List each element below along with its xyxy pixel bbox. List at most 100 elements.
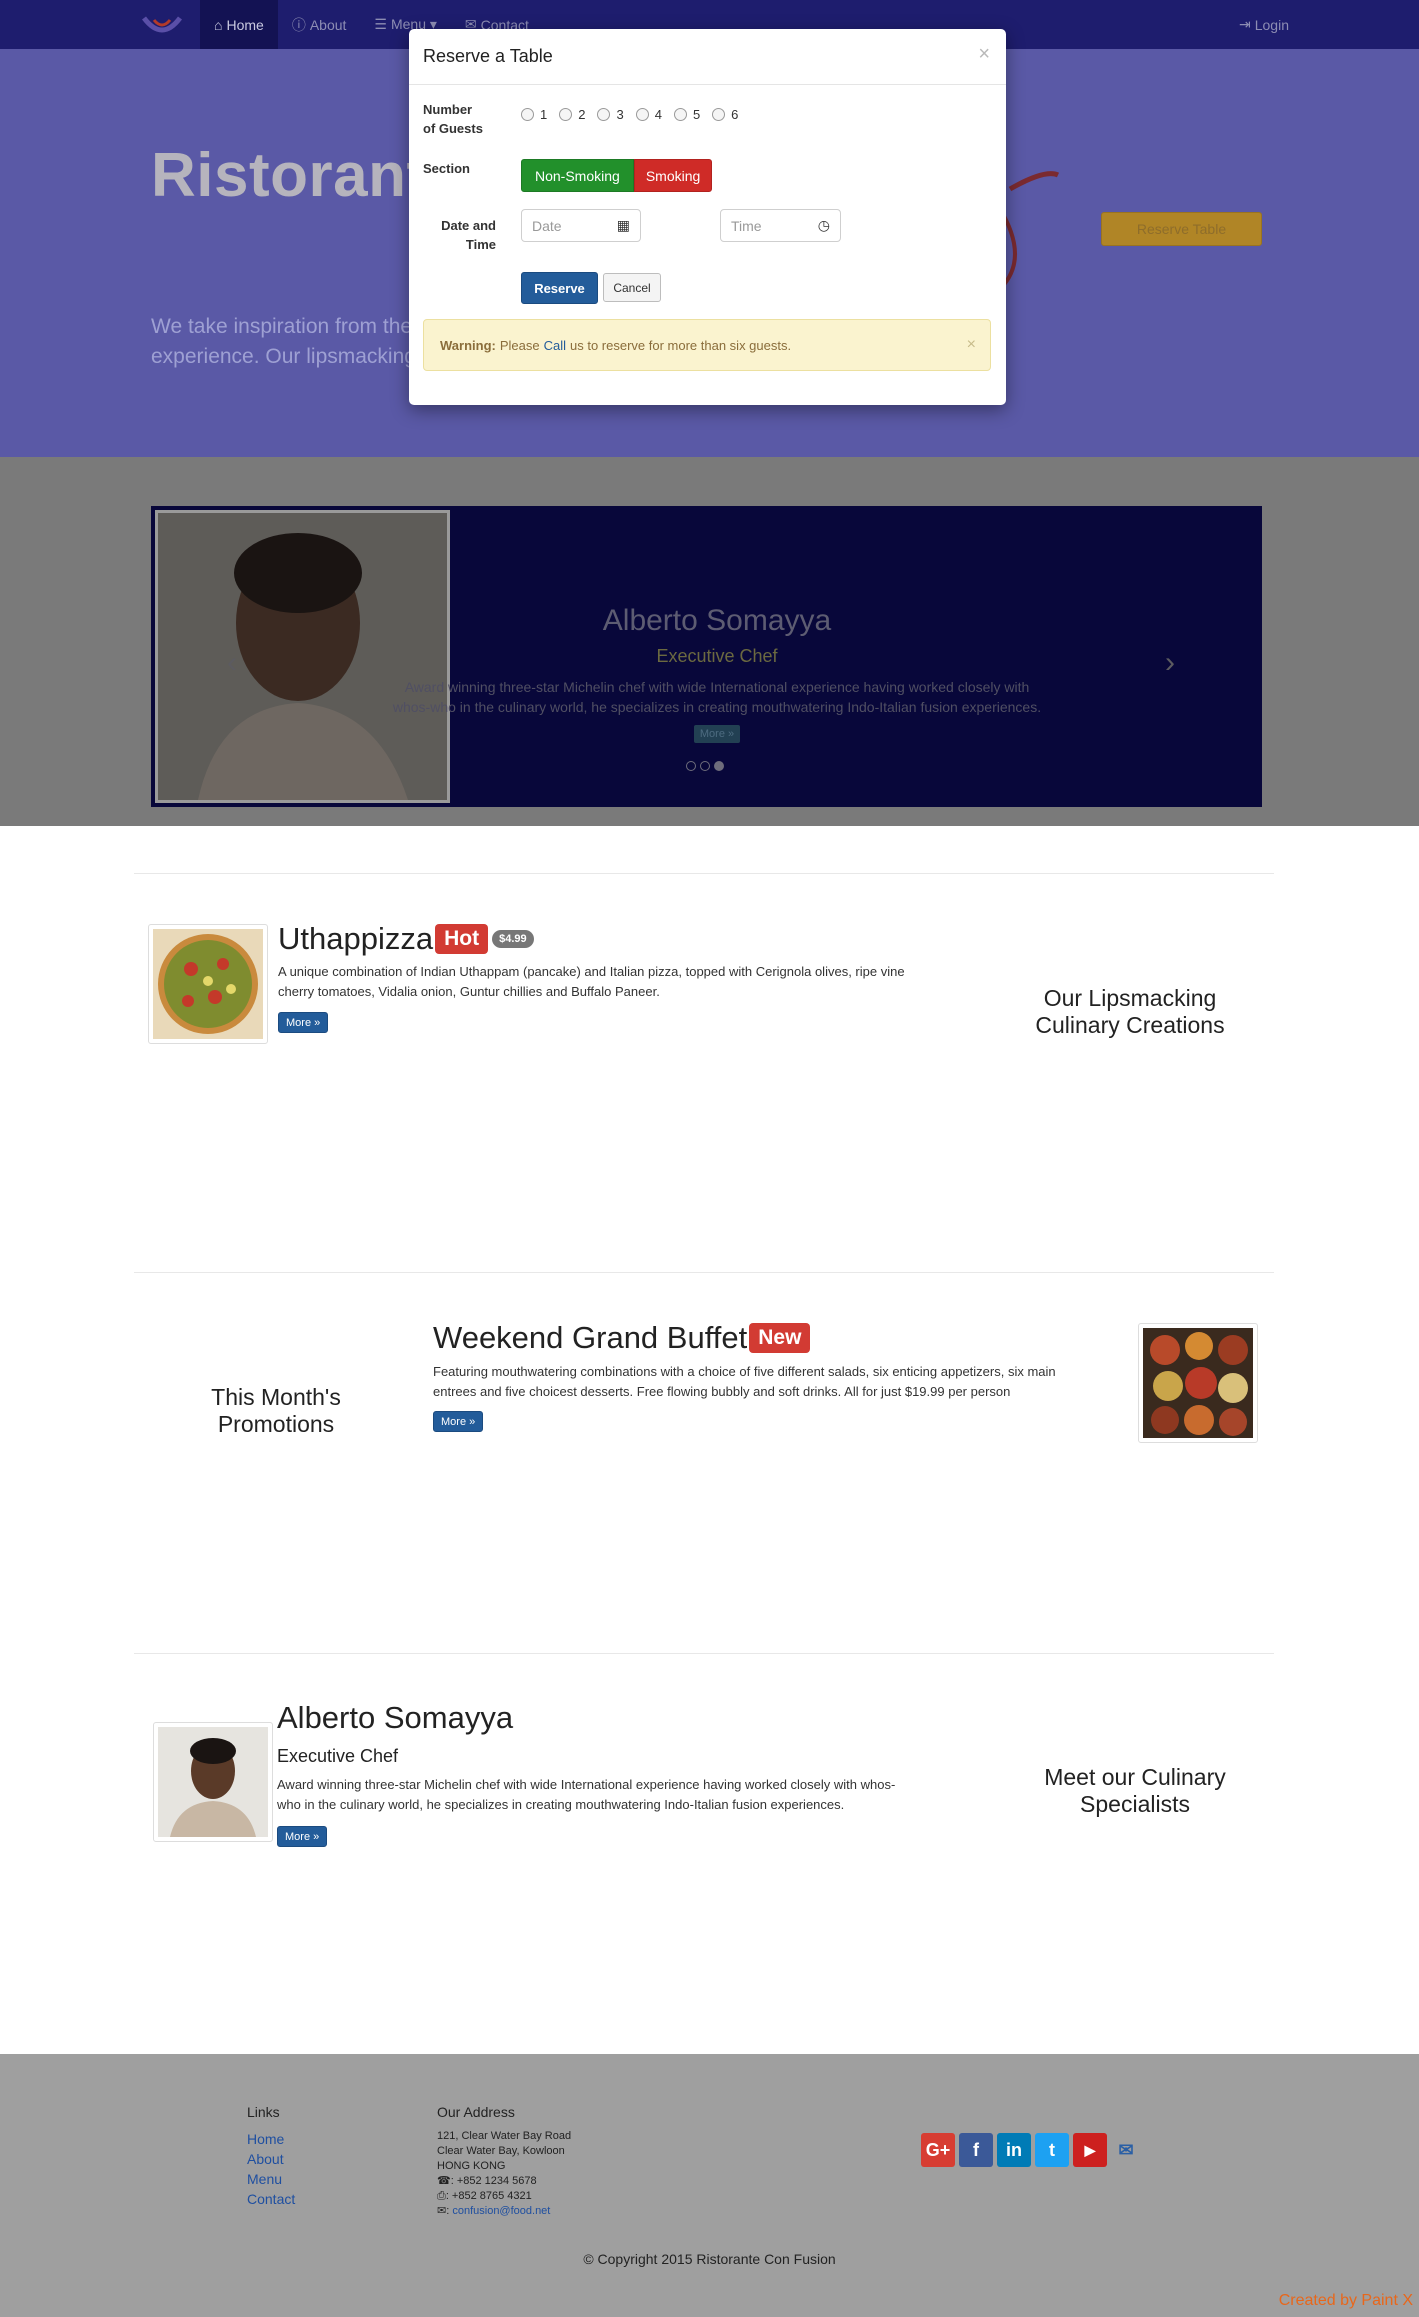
carousel-indicator-active[interactable] bbox=[714, 761, 724, 771]
facebook-icon[interactable]: f bbox=[959, 2133, 993, 2167]
section-heading-line: This Month's bbox=[211, 1384, 341, 1410]
carousel-prev-button[interactable]: ‹ bbox=[227, 646, 237, 680]
youtube-icon[interactable]: ▶ bbox=[1073, 2133, 1107, 2167]
guests-radio-5[interactable]: 5 bbox=[673, 107, 701, 122]
social-links: G+ f in t ▶ ✉ bbox=[921, 2133, 1141, 2167]
nav-item-label: Home bbox=[226, 16, 264, 33]
copyright: © Copyright 2015 Ristorante Con Fusion bbox=[583, 2251, 836, 2267]
mail-icon[interactable]: ✉ bbox=[1111, 2133, 1141, 2167]
guests-radio-3[interactable]: 3 bbox=[597, 107, 624, 122]
datetime-label-line: Time bbox=[465, 237, 496, 252]
section-label: Section bbox=[423, 161, 470, 176]
carousel: ‹ › Alberto Somayya Executive Chef Award… bbox=[151, 506, 1262, 807]
nav-item-home[interactable]: ⌂ Home bbox=[200, 0, 278, 49]
carousel-description-line: Award winning three-star Michelin chef w… bbox=[404, 679, 1030, 695]
login-link[interactable]: ⇥ Login bbox=[1239, 0, 1289, 49]
radio-circle[interactable] bbox=[635, 108, 649, 121]
promo-description-line: entrees and five choicest desserts. Free… bbox=[433, 1384, 1011, 1399]
brand-logo[interactable] bbox=[140, 8, 184, 40]
radio-circle[interactable] bbox=[559, 108, 573, 121]
divider bbox=[134, 873, 1274, 874]
guests-radio-6[interactable]: 6 bbox=[712, 107, 738, 122]
address-fax: ⎙: +852 8765 4321 bbox=[437, 2189, 571, 2204]
modal-title: Reserve a Table bbox=[423, 46, 553, 66]
login-icon: ⇥ bbox=[1239, 16, 1251, 32]
dish-title: Uthappizza Hot $4.99 bbox=[278, 921, 534, 957]
reserve-button[interactable]: Reserve bbox=[521, 272, 598, 304]
call-link[interactable]: Call bbox=[544, 338, 566, 353]
section-heading-line: Promotions bbox=[217, 1411, 335, 1437]
date-placeholder: Date bbox=[532, 217, 562, 234]
footer-address: 121, Clear Water Bay Road Clear Water Ba… bbox=[437, 2129, 571, 2219]
footer-link-home[interactable]: Home bbox=[247, 2131, 284, 2147]
warning-text: Please bbox=[499, 337, 540, 353]
email-link[interactable]: confusion@food.net bbox=[452, 2205, 550, 2217]
cancel-button[interactable]: Cancel bbox=[603, 273, 661, 302]
promo-description-line: Featuring mouthwatering combinations wit… bbox=[433, 1364, 1056, 1379]
section-heading-line: Meet our Culinary bbox=[1044, 1764, 1226, 1790]
dish-name: Uthappizza bbox=[278, 921, 434, 956]
section-heading-line: Specialists bbox=[1080, 1791, 1190, 1817]
guests-label-line: of Guests bbox=[423, 121, 483, 136]
address-line: HONG KONG bbox=[437, 2160, 506, 2172]
radio-circle[interactable] bbox=[597, 108, 611, 121]
watermark-credit: Created by Paint X bbox=[1278, 2292, 1413, 2309]
footer-link-contact[interactable]: Contact bbox=[247, 2191, 295, 2207]
nav-item-about[interactable]: ⓘ About bbox=[278, 0, 361, 49]
promo-more-button[interactable]: More » bbox=[433, 1411, 484, 1432]
radio-circle[interactable] bbox=[712, 108, 726, 121]
footer-link-about[interactable]: About bbox=[247, 2151, 284, 2167]
guests-radio-4[interactable]: 4 bbox=[635, 107, 662, 122]
carousel-indicator[interactable] bbox=[700, 761, 710, 771]
date-input[interactable]: Date ▦ bbox=[521, 209, 641, 242]
divider bbox=[134, 1272, 1274, 1273]
non-smoking-button[interactable]: Non-Smoking bbox=[521, 159, 634, 192]
hot-label: Hot bbox=[435, 924, 489, 954]
address-line: 121, Clear Water Bay Road bbox=[437, 2130, 572, 2142]
address-phone: ☎: +852 1234 5678 bbox=[437, 2174, 571, 2189]
carousel-name: Alberto Somayya bbox=[602, 604, 832, 637]
radio-label: 5 bbox=[692, 107, 701, 122]
leader-role: Executive Chef bbox=[277, 1746, 399, 1766]
guests-radio-2[interactable]: 2 bbox=[559, 107, 585, 122]
leader-thumbnail bbox=[153, 1722, 273, 1842]
login-label: Login bbox=[1254, 16, 1289, 33]
footer bbox=[0, 2054, 1419, 2317]
promo-title: Weekend Grand Buffet New bbox=[433, 1320, 811, 1356]
twitter-icon[interactable]: t bbox=[1035, 2133, 1069, 2167]
time-input[interactable]: Time ◷ bbox=[720, 209, 841, 242]
leader-more-button[interactable]: More » bbox=[277, 1826, 328, 1847]
promo-description: Featuring mouthwatering combinations wit… bbox=[433, 1362, 1133, 1402]
calendar-icon: ▦ bbox=[616, 217, 630, 233]
smoking-button[interactable]: Smoking bbox=[633, 159, 713, 192]
radio-circle[interactable] bbox=[673, 108, 687, 121]
guests-label: Number of Guests bbox=[423, 100, 483, 138]
reserve-table-button[interactable]: Reserve Table bbox=[1101, 212, 1262, 246]
dish-more-button[interactable]: More » bbox=[278, 1012, 329, 1033]
fax-number: : +852 8765 4321 bbox=[445, 2190, 532, 2202]
carousel-indicators bbox=[686, 761, 724, 771]
section-heading-line: Culinary Creations bbox=[1035, 1012, 1225, 1038]
linkedin-icon[interactable]: in bbox=[997, 2133, 1031, 2167]
time-placeholder: Time bbox=[731, 217, 762, 234]
leader-name: Alberto Somayya bbox=[277, 1700, 514, 1735]
google-plus-icon[interactable]: G+ bbox=[921, 2133, 955, 2167]
dish-description: A unique combination of Indian Uthappam … bbox=[278, 962, 988, 1002]
alert-close-button[interactable]: × bbox=[967, 336, 976, 354]
clock-icon: ◷ bbox=[817, 217, 830, 233]
datetime-label-line: Date and bbox=[441, 218, 496, 233]
buffet-image bbox=[1143, 1328, 1253, 1438]
leader-description-line: who in the culinary world, he specialize… bbox=[277, 1797, 845, 1812]
address-email: ✉: confusion@food.net bbox=[437, 2205, 551, 2217]
footer-link-menu[interactable]: Menu bbox=[247, 2171, 282, 2187]
nav-item-label: About bbox=[309, 16, 347, 33]
carousel-next-button[interactable]: › bbox=[1165, 646, 1175, 680]
radio-circle[interactable] bbox=[521, 108, 534, 121]
modal-header: Reserve a Table bbox=[409, 29, 1006, 85]
warning-alert: Warning: Please Call us to reserve for m… bbox=[423, 319, 991, 371]
address-line: Clear Water Bay, Kowloon bbox=[437, 2145, 565, 2157]
carousel-indicator[interactable] bbox=[686, 761, 696, 771]
carousel-more-button[interactable]: More » bbox=[693, 725, 741, 743]
guests-radio-1[interactable]: 1 bbox=[521, 107, 547, 122]
modal-close-button[interactable]: × bbox=[978, 43, 990, 66]
